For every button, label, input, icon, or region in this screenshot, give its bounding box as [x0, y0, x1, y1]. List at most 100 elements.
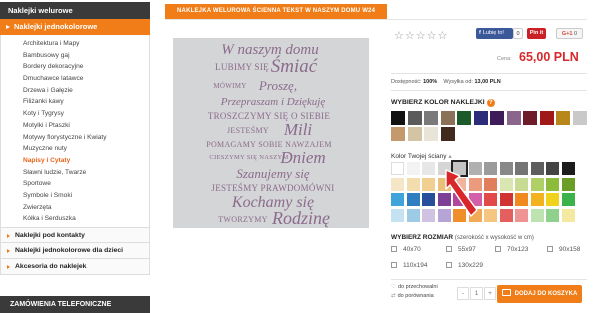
sidebar-subcategory-item[interactable]: Architektura i Mapy — [1, 38, 149, 50]
size-option[interactable]: 40x70 — [391, 246, 421, 253]
sticker-color-swatch[interactable] — [424, 127, 438, 141]
size-option[interactable]: 90x158 — [547, 246, 580, 253]
wall-color-swatch[interactable] — [515, 162, 528, 175]
sidebar-subcategory-item[interactable]: Motywy florystyczne i Kwiaty — [1, 132, 149, 144]
sticker-color-swatch[interactable] — [490, 111, 504, 125]
wall-color-swatch[interactable] — [422, 162, 435, 175]
star-icon[interactable]: ☆ — [416, 29, 426, 42]
wall-color-swatch[interactable] — [546, 193, 559, 206]
size-option[interactable]: 55x97 — [446, 246, 476, 253]
sticker-color-swatch[interactable] — [391, 111, 405, 125]
qty-input[interactable]: 1 — [470, 287, 483, 300]
pinterest-button[interactable]: Pin it — [527, 28, 546, 39]
sticker-color-swatch[interactable] — [572, 111, 587, 125]
sticker-color-swatch[interactable] — [506, 111, 521, 125]
sidebar-subcategory-item[interactable]: Bambusowy gaj — [1, 50, 149, 62]
wall-color-swatch[interactable] — [391, 162, 404, 175]
sticker-color-swatch[interactable] — [440, 111, 455, 125]
wall-color-swatch[interactable] — [546, 208, 559, 222]
wall-color-swatch[interactable] — [391, 208, 404, 222]
wall-color-swatch[interactable] — [530, 193, 544, 206]
size-option[interactable]: 130x229 — [446, 262, 483, 269]
sidebar-subcategory-item[interactable]: Sportowe — [1, 178, 149, 190]
wall-color-swatch[interactable] — [515, 177, 528, 191]
wall-color-swatch[interactable] — [422, 177, 435, 191]
size-checkbox[interactable] — [547, 246, 553, 252]
wall-color-swatch[interactable] — [391, 193, 404, 206]
wall-color-swatch[interactable] — [546, 162, 559, 175]
size-option[interactable]: 110x194 — [391, 262, 427, 269]
wall-color-swatch[interactable] — [484, 177, 497, 191]
sidebar-subcategory-item[interactable]: Muzyczne nuty — [1, 143, 149, 155]
add-to-cart-button[interactable]: DODAJ DO KOSZYKA — [497, 285, 582, 303]
wall-color-swatch[interactable] — [546, 177, 559, 191]
size-checkbox[interactable] — [446, 246, 452, 252]
wall-color-swatch[interactable] — [499, 162, 513, 175]
sticker-color-swatch[interactable] — [523, 111, 537, 125]
wall-color-swatch[interactable] — [515, 208, 528, 222]
qty-decrease-button[interactable]: - — [457, 287, 469, 300]
size-option[interactable]: 70x123 — [495, 246, 528, 253]
facebook-like-button[interactable]: f Lubię to! — [476, 28, 513, 39]
sidebar-sub-jednokolorowe[interactable]: Naklejki jednokolorowe — [0, 19, 150, 35]
wall-color-swatch[interactable] — [422, 193, 435, 206]
sidebar-category-item[interactable]: Akcesoria do naklejek — [0, 259, 150, 275]
sidebar-subcategory-item[interactable]: Drzewa i Gałęzie — [1, 85, 149, 97]
wall-color-swatch[interactable] — [422, 208, 435, 222]
wall-color-swatch[interactable] — [561, 193, 575, 206]
sticker-color-swatch[interactable] — [407, 111, 422, 125]
sticker-color-swatch[interactable] — [556, 111, 570, 125]
add-to-compare-link[interactable]: ⇄ do porównania — [391, 293, 434, 299]
sidebar-subcategory-item[interactable]: Sławni ludzie, Twarze — [1, 167, 149, 179]
star-icon[interactable]: ☆ — [394, 29, 404, 42]
wall-color-swatch[interactable] — [499, 208, 513, 222]
star-icon[interactable]: ☆ — [405, 29, 415, 42]
rating-stars[interactable]: ☆☆☆☆☆ — [394, 29, 448, 42]
wall-color-swatch[interactable] — [406, 177, 420, 191]
star-icon[interactable]: ☆ — [438, 29, 448, 42]
size-checkbox[interactable] — [391, 246, 397, 252]
wall-color-swatch[interactable] — [561, 177, 575, 191]
sidebar-subcategory-item[interactable]: Kółka i Serduszka — [1, 213, 149, 225]
info-icon[interactable]: ? — [486, 99, 495, 107]
product-image[interactable]: W naszym domu LUBIMY SIĘ Śmiać MÓWIMY Proszę… — [173, 38, 369, 228]
sidebar-subcategory-item[interactable]: Napisy i Cytaty — [1, 155, 149, 167]
wall-color-swatch[interactable] — [499, 193, 513, 206]
sidebar-subcategory-item[interactable]: Zwierzęta — [1, 202, 149, 214]
sidebar-subcategory-item[interactable]: Dmuchawce latawce — [1, 73, 149, 85]
wall-color-swatch[interactable] — [530, 177, 544, 191]
wall-color-swatch[interactable] — [561, 162, 575, 175]
wall-color-swatch[interactable] — [515, 193, 528, 206]
size-checkbox[interactable] — [446, 262, 452, 268]
sidebar-subcategory-item[interactable]: Koty i Tygrysy — [1, 108, 149, 120]
sidebar-category-item[interactable]: Naklejki jednokolorowe dla dzieci — [0, 243, 150, 259]
wall-color-swatch[interactable] — [484, 193, 497, 206]
sticker-color-swatch[interactable] — [440, 127, 455, 141]
sidebar-subcategory-item[interactable]: Motylki i Ptaszki — [1, 120, 149, 132]
wall-color-swatch[interactable] — [530, 162, 544, 175]
sticker-color-swatch[interactable] — [424, 111, 438, 125]
wall-color-swatch[interactable] — [499, 177, 513, 191]
sidebar-category-item[interactable]: Naklejki pod kontakty — [0, 227, 150, 243]
qty-increase-button[interactable]: + — [484, 287, 496, 300]
star-icon[interactable]: ☆ — [427, 29, 437, 42]
sticker-color-swatch[interactable] — [539, 111, 554, 125]
sidebar-head-welur[interactable]: Naklejki welurowe — [0, 2, 150, 19]
add-to-storage-link[interactable]: ♡ do przechowalni — [391, 284, 438, 290]
sticker-color-swatch[interactable] — [457, 111, 471, 125]
wall-color-swatch[interactable] — [391, 177, 404, 191]
sidebar-subcategory-item[interactable]: Filiżanki kawy — [1, 96, 149, 108]
wall-color-swatch[interactable] — [406, 208, 420, 222]
wall-color-swatch[interactable] — [484, 162, 497, 175]
sticker-color-swatch[interactable] — [473, 111, 488, 125]
wall-color-swatch[interactable] — [406, 193, 420, 206]
size-checkbox[interactable] — [391, 262, 397, 268]
sidebar-subcategory-item[interactable]: Bordery dekoracyjne — [1, 61, 149, 73]
google-plus-button[interactable]: G+1 0 — [556, 28, 583, 39]
wall-color-swatch[interactable] — [530, 208, 544, 222]
sticker-color-swatch[interactable] — [407, 127, 422, 141]
sticker-color-swatch[interactable] — [391, 127, 405, 141]
wall-color-swatch[interactable] — [484, 208, 497, 222]
wall-color-swatch[interactable] — [561, 208, 575, 222]
size-checkbox[interactable] — [495, 246, 501, 252]
